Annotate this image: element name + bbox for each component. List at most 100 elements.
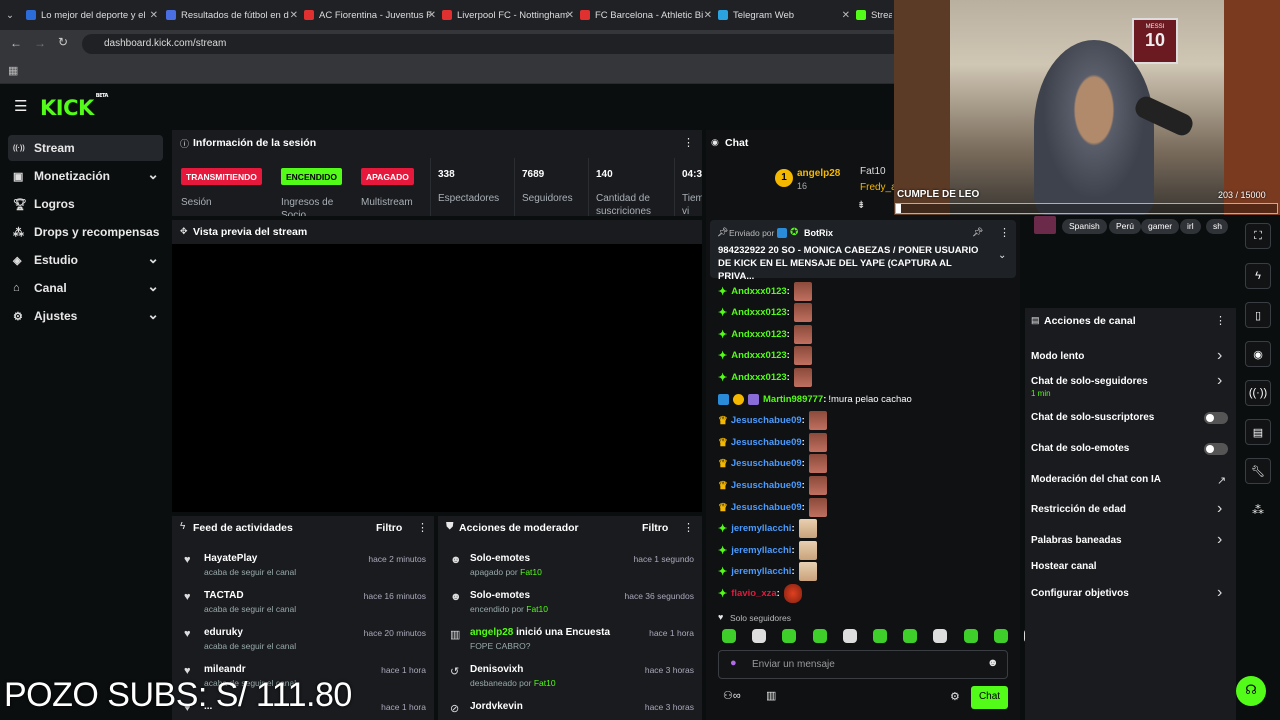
channel-actions-more-icon[interactable]: ⋮ <box>1215 314 1226 327</box>
browser-tab[interactable]: Strea <box>856 4 892 26</box>
chat-username[interactable]: Andxxx0123 <box>731 372 786 383</box>
sidebar-item-monetización[interactable]: ▣ Monetización ⌄ <box>8 163 163 189</box>
mod-action-by[interactable]: Fat10 <box>534 678 556 688</box>
chat-username[interactable]: jeremyllacchi <box>731 545 791 556</box>
chevron-right-icon[interactable]: › <box>1217 584 1222 602</box>
tab-close-icon[interactable]: ✕ <box>150 10 158 21</box>
mod-action-target[interactable]: Solo-emotes <box>470 553 530 564</box>
chat-username[interactable]: Jesuschabue09 <box>731 415 802 426</box>
browser-tab[interactable]: Lo mejor del deporte y el ✕ <box>26 4 158 26</box>
reload-icon[interactable]: ↻ <box>58 35 68 49</box>
emote-shortcut-icon[interactable] <box>873 629 887 643</box>
chevron-right-icon[interactable]: › <box>1217 347 1222 365</box>
emote-shortcut-icon[interactable] <box>782 629 797 643</box>
external-link-icon[interactable]: ↗ <box>1217 474 1226 487</box>
tab-list-button[interactable]: ⌄ <box>6 4 20 26</box>
mod-action-by[interactable]: Fat10 <box>520 567 542 577</box>
activity-user[interactable]: eduruky <box>204 627 243 638</box>
emoji-icon[interactable]: ☻ <box>987 657 999 669</box>
tag-chip[interactable]: irl <box>1180 219 1201 234</box>
fullscreen-button[interactable]: ⛶ <box>1245 223 1271 249</box>
sidebar-item-estudio[interactable]: ◈ Estudio ⌄ <box>8 247 163 273</box>
channel-action-palabras-baneadas[interactable]: Palabras baneadas <box>1031 535 1122 546</box>
sidebar-item-drops[interactable]: ⁂ Drops y recompensas <box>8 219 163 245</box>
tag-chip[interactable]: sh <box>1206 219 1228 234</box>
chevron-down-icon[interactable]: ⌄ <box>147 278 159 295</box>
chat-username[interactable]: Jesuschabue09 <box>731 458 802 469</box>
forward-icon[interactable]: → <box>34 36 46 50</box>
chat-username[interactable]: Andxxx0123 <box>731 350 786 361</box>
chat-username[interactable]: Jesuschabue09 <box>731 480 802 491</box>
emote-shortcut-icon[interactable] <box>963 629 978 643</box>
channel-action-chat-de-solo-seguidores[interactable]: Chat de solo-seguidores <box>1031 376 1148 387</box>
chat-username[interactable]: Martin989777 <box>763 394 823 405</box>
support-button[interactable]: ☊ <box>1236 676 1266 706</box>
mod-filter-button[interactable]: Filtro <box>642 522 668 534</box>
chat-send-button[interactable]: Chat <box>971 686 1008 709</box>
emote-shortcut-icon[interactable] <box>722 629 736 643</box>
channel-action-chat-de-solo-emotes[interactable]: Chat de solo-emotes <box>1031 443 1129 454</box>
quick-actions-button[interactable]: ϟ <box>1245 263 1271 289</box>
browser-tab[interactable]: Liverpool FC - Nottingham ✕ <box>442 4 574 26</box>
chat-username[interactable]: Andxxx0123 <box>731 307 786 318</box>
tab-close-icon[interactable]: ✕ <box>566 10 574 21</box>
emote-shortcut-icon[interactable] <box>933 629 948 643</box>
top-gifter-3-name[interactable]: Fredy_a <box>860 182 897 193</box>
kick-logo[interactable]: KICK BETA <box>40 93 108 120</box>
mod-action-target[interactable]: Solo-emotes <box>470 590 530 601</box>
activity-user[interactable]: mileandr <box>204 664 246 675</box>
emote-shortcut-icon[interactable] <box>993 629 1008 643</box>
apps-grid-icon[interactable]: ▦ <box>8 64 18 77</box>
session-more-icon[interactable]: ⋮ <box>683 136 694 149</box>
menu-icon[interactable]: ☰ <box>14 97 27 115</box>
emote-shortcut-icon[interactable] <box>842 629 857 643</box>
pinned-more-icon[interactable]: ⋮ <box>999 226 1010 239</box>
chat-username[interactable]: Jesuschabue09 <box>731 502 802 513</box>
tag-chip[interactable]: Perú <box>1109 219 1141 234</box>
mod-action-target[interactable]: Jordvkevin <box>470 701 523 712</box>
channel-action-configurar-objetivos[interactable]: Configurar objetivos <box>1031 588 1129 599</box>
sidebar-item-canal[interactable]: ⌂ Canal ⌄ <box>8 275 163 301</box>
channel-action-restricci-n-de-edad[interactable]: Restricción de edad <box>1031 504 1126 515</box>
browser-tab[interactable]: AC Fiorentina - Juventus F ✕ <box>304 4 436 26</box>
tab-close-icon[interactable]: ✕ <box>428 10 436 21</box>
emote-shortcut-icon[interactable] <box>752 629 767 643</box>
chevron-right-icon[interactable]: › <box>1217 372 1222 390</box>
chat-username[interactable]: Andxxx0123 <box>731 286 786 297</box>
collapse-icon[interactable]: ⇟ <box>857 200 865 211</box>
chevron-down-icon[interactable]: ⌄ <box>147 250 159 267</box>
gift-icon[interactable]: ▥ <box>766 689 776 702</box>
channel-action-hostear-canal[interactable]: Hostear canal <box>1031 561 1097 572</box>
emote-shortcut-icon[interactable] <box>812 629 827 643</box>
channel-action-modo-lento[interactable]: Modo lento <box>1031 351 1084 362</box>
mod-action-target[interactable]: angelp28 <box>470 627 513 638</box>
toggle-switch[interactable] <box>1204 443 1228 455</box>
broadcast-rail-button[interactable]: ((·)) <box>1245 380 1271 406</box>
channel-action-moderaci-n-del-chat-con-ia[interactable]: Moderación del chat con IA <box>1031 474 1161 485</box>
tag-chip[interactable]: Spanish <box>1062 219 1107 234</box>
pinned-by[interactable]: BotRix <box>804 228 833 238</box>
tab-close-icon[interactable]: ✕ <box>704 10 712 21</box>
users-icon[interactable]: ⚇∞ <box>723 689 741 702</box>
notes-button[interactable]: ▯ <box>1245 302 1271 328</box>
layout-rail-button[interactable]: ▤ <box>1245 419 1271 445</box>
tag-chip[interactable]: gamer <box>1141 219 1180 234</box>
tab-close-icon[interactable]: ✕ <box>290 10 298 21</box>
mic-icon[interactable]: ● <box>730 657 737 669</box>
chevron-down-icon[interactable]: ⌄ <box>147 306 159 323</box>
mod-action-by[interactable]: Fat10 <box>526 604 548 614</box>
sidebar-item-stream[interactable]: ((·)) Stream <box>8 135 163 161</box>
browser-tab[interactable]: Resultados de fútbol en d ✕ <box>166 4 298 26</box>
back-icon[interactable]: ← <box>10 36 22 50</box>
sidebar-item-ajustes[interactable]: ⚙ Ajustes ⌄ <box>8 303 163 329</box>
chat-settings-icon[interactable]: ⚙ <box>950 690 960 703</box>
top-gifter-2-name[interactable]: Fat10 <box>860 166 886 177</box>
chat-username[interactable]: flavio_xza <box>731 588 776 599</box>
apps-rail-icon[interactable]: ⁂ <box>1252 503 1264 517</box>
mod-action-target[interactable]: Denisovixh <box>470 664 523 675</box>
chat-username[interactable]: Jesuschabue09 <box>731 437 802 448</box>
channel-action-chat-de-solo-suscriptores[interactable]: Chat de solo-suscriptores <box>1031 412 1154 423</box>
chevron-right-icon[interactable]: › <box>1217 531 1222 549</box>
sidebar-item-logros[interactable]: 🏆︎ Logros <box>8 191 163 217</box>
chat-rail-button[interactable]: ◉ <box>1245 341 1271 367</box>
